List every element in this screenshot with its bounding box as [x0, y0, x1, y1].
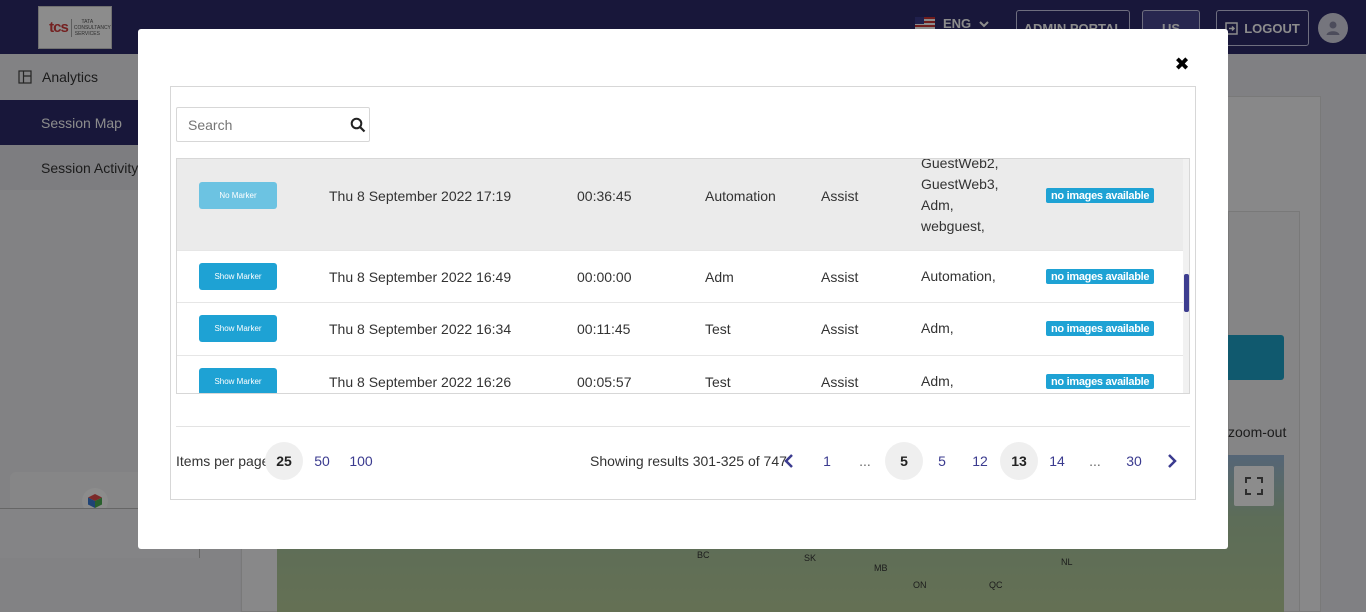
- page-link[interactable]: 1: [808, 442, 846, 480]
- session-type: Assist: [821, 374, 859, 390]
- session-date: Thu 8 September 2022 16:34: [329, 321, 512, 337]
- session-date: Thu 8 September 2022 16:49: [329, 269, 512, 285]
- session-host: Test: [705, 321, 731, 337]
- session-date: Thu 8 September 2022 16:26: [329, 374, 512, 390]
- session-type: Assist: [821, 321, 859, 337]
- table-scrollbar[interactable]: [1183, 159, 1189, 393]
- session-participants: Automation,: [921, 268, 996, 284]
- page-ellipsis: ...: [1089, 453, 1101, 469]
- show-marker-button[interactable]: Show Marker: [199, 368, 277, 393]
- page-link[interactable]: 14: [1038, 442, 1076, 480]
- table-row[interactable]: Show Marker Thu 8 September 2022 16:49 0…: [177, 251, 1183, 303]
- page-size-option[interactable]: 100: [342, 442, 380, 480]
- pagination: Items per page: 25 50 100 Showing result…: [176, 442, 1190, 480]
- results-summary: Showing results 301-325 of 747: [590, 453, 787, 469]
- session-duration: 00:11:45: [577, 321, 631, 337]
- participant: webguest,: [921, 218, 985, 234]
- show-marker-button[interactable]: Show Marker: [199, 315, 277, 342]
- scrollbar-thumb[interactable]: [1184, 274, 1189, 312]
- session-host: Automation: [705, 188, 776, 204]
- sessions-table: No Marker Thu 8 September 2022 17:19 00:…: [176, 158, 1190, 394]
- sessions-panel: No Marker Thu 8 September 2022 17:19 00:…: [170, 86, 1196, 500]
- session-host: Adm: [705, 269, 734, 285]
- page-link[interactable]: 5: [885, 442, 923, 480]
- page-ellipsis: ...: [859, 453, 871, 469]
- page-link[interactable]: 5: [923, 442, 961, 480]
- next-page-button[interactable]: [1159, 442, 1185, 480]
- current-page[interactable]: 13: [1000, 442, 1038, 480]
- close-button[interactable]: ✖: [1172, 54, 1192, 74]
- table-row[interactable]: No Marker Thu 8 September 2022 17:19 00:…: [177, 159, 1183, 251]
- participant: GuestWeb3,: [921, 176, 999, 192]
- sessions-modal: ✖ No Marker Thu 8 September 2022 17:19 0…: [138, 29, 1228, 549]
- table-row[interactable]: Show Marker Thu 8 September 2022 16:26 0…: [177, 356, 1183, 393]
- page-link[interactable]: 12: [961, 442, 999, 480]
- session-date: Thu 8 September 2022 17:19: [329, 188, 512, 204]
- participant: GuestWeb2,: [921, 158, 999, 171]
- session-participants: Adm,: [921, 373, 954, 389]
- items-per-page-label: Items per page:: [176, 453, 274, 469]
- search-input[interactable]: [177, 109, 337, 140]
- session-duration: 00:00:00: [577, 269, 632, 285]
- show-marker-button[interactable]: Show Marker: [199, 263, 277, 290]
- table-row[interactable]: Show Marker Thu 8 September 2022 16:34 0…: [177, 303, 1183, 356]
- session-type: Assist: [821, 188, 859, 204]
- prev-page-button[interactable]: [776, 442, 802, 480]
- divider: [176, 426, 1190, 427]
- participant: Adm,: [921, 197, 954, 213]
- no-images-badge: no images available: [1046, 269, 1155, 284]
- chevron-left-icon: [784, 454, 793, 468]
- page-size-option[interactable]: 50: [303, 442, 341, 480]
- page-link[interactable]: 30: [1115, 442, 1153, 480]
- session-duration: 00:36:45: [577, 188, 632, 204]
- no-images-badge: no images available: [1046, 321, 1155, 336]
- no-images-badge: no images available: [1046, 374, 1155, 389]
- search-icon[interactable]: [350, 117, 366, 133]
- no-marker-button[interactable]: No Marker: [199, 182, 277, 209]
- session-host: Test: [705, 374, 731, 390]
- session-duration: 00:05:57: [577, 374, 632, 390]
- session-participants: Adm,: [921, 320, 954, 336]
- session-participants: GuestWeb2, GuestWeb3, Adm, webguest,: [921, 158, 999, 237]
- no-images-badge: no images available: [1046, 188, 1155, 203]
- page-size-option[interactable]: 25: [265, 442, 303, 480]
- close-icon: ✖: [1174, 53, 1190, 74]
- chevron-right-icon: [1168, 454, 1177, 468]
- search-box: [176, 107, 370, 142]
- session-type: Assist: [821, 269, 859, 285]
